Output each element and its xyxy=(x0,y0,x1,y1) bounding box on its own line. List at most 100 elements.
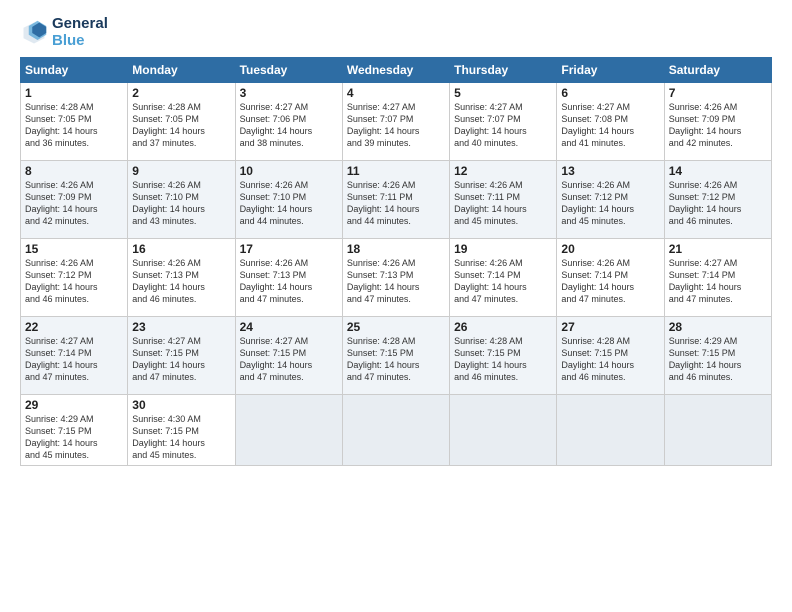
day-number: 10 xyxy=(240,164,338,178)
weekday-header-cell: Friday xyxy=(557,58,664,83)
calendar-week-row: 29Sunrise: 4:29 AM Sunset: 7:15 PM Dayli… xyxy=(21,395,772,466)
calendar-cell: 22Sunrise: 4:27 AM Sunset: 7:14 PM Dayli… xyxy=(21,317,128,395)
cell-details: Sunrise: 4:27 AM Sunset: 7:15 PM Dayligh… xyxy=(240,335,338,384)
page: General Blue SundayMondayTuesdayWednesda… xyxy=(0,0,792,612)
day-number: 5 xyxy=(454,86,552,100)
cell-details: Sunrise: 4:27 AM Sunset: 7:14 PM Dayligh… xyxy=(669,257,767,306)
day-number: 21 xyxy=(669,242,767,256)
calendar-week-row: 15Sunrise: 4:26 AM Sunset: 7:12 PM Dayli… xyxy=(21,239,772,317)
calendar-cell: 27Sunrise: 4:28 AM Sunset: 7:15 PM Dayli… xyxy=(557,317,664,395)
day-number: 8 xyxy=(25,164,123,178)
cell-details: Sunrise: 4:26 AM Sunset: 7:14 PM Dayligh… xyxy=(454,257,552,306)
day-number: 16 xyxy=(132,242,230,256)
cell-details: Sunrise: 4:26 AM Sunset: 7:12 PM Dayligh… xyxy=(561,179,659,228)
calendar-cell xyxy=(557,395,664,466)
cell-details: Sunrise: 4:26 AM Sunset: 7:13 PM Dayligh… xyxy=(240,257,338,306)
day-number: 7 xyxy=(669,86,767,100)
calendar-cell: 25Sunrise: 4:28 AM Sunset: 7:15 PM Dayli… xyxy=(342,317,449,395)
cell-details: Sunrise: 4:28 AM Sunset: 7:15 PM Dayligh… xyxy=(347,335,445,384)
calendar-cell: 3Sunrise: 4:27 AM Sunset: 7:06 PM Daylig… xyxy=(235,83,342,161)
logo: General Blue xyxy=(20,16,108,49)
cell-details: Sunrise: 4:27 AM Sunset: 7:08 PM Dayligh… xyxy=(561,101,659,150)
cell-details: Sunrise: 4:26 AM Sunset: 7:11 PM Dayligh… xyxy=(347,179,445,228)
day-number: 15 xyxy=(25,242,123,256)
calendar-cell xyxy=(342,395,449,466)
cell-details: Sunrise: 4:27 AM Sunset: 7:06 PM Dayligh… xyxy=(240,101,338,150)
day-number: 17 xyxy=(240,242,338,256)
day-number: 12 xyxy=(454,164,552,178)
day-number: 9 xyxy=(132,164,230,178)
calendar-cell xyxy=(450,395,557,466)
cell-details: Sunrise: 4:28 AM Sunset: 7:15 PM Dayligh… xyxy=(454,335,552,384)
day-number: 28 xyxy=(669,320,767,334)
calendar-cell xyxy=(664,395,771,466)
weekday-header-row: SundayMondayTuesdayWednesdayThursdayFrid… xyxy=(21,58,772,83)
calendar-cell: 17Sunrise: 4:26 AM Sunset: 7:13 PM Dayli… xyxy=(235,239,342,317)
calendar-cell: 8Sunrise: 4:26 AM Sunset: 7:09 PM Daylig… xyxy=(21,161,128,239)
calendar-cell: 28Sunrise: 4:29 AM Sunset: 7:15 PM Dayli… xyxy=(664,317,771,395)
calendar-cell: 23Sunrise: 4:27 AM Sunset: 7:15 PM Dayli… xyxy=(128,317,235,395)
day-number: 1 xyxy=(25,86,123,100)
calendar-cell: 30Sunrise: 4:30 AM Sunset: 7:15 PM Dayli… xyxy=(128,395,235,466)
calendar-table: SundayMondayTuesdayWednesdayThursdayFrid… xyxy=(20,57,772,466)
cell-details: Sunrise: 4:28 AM Sunset: 7:05 PM Dayligh… xyxy=(25,101,123,150)
cell-details: Sunrise: 4:26 AM Sunset: 7:10 PM Dayligh… xyxy=(132,179,230,228)
calendar-cell: 29Sunrise: 4:29 AM Sunset: 7:15 PM Dayli… xyxy=(21,395,128,466)
cell-details: Sunrise: 4:26 AM Sunset: 7:13 PM Dayligh… xyxy=(132,257,230,306)
logo-text: General Blue xyxy=(52,16,108,49)
calendar-cell: 16Sunrise: 4:26 AM Sunset: 7:13 PM Dayli… xyxy=(128,239,235,317)
calendar-cell: 26Sunrise: 4:28 AM Sunset: 7:15 PM Dayli… xyxy=(450,317,557,395)
calendar-cell xyxy=(235,395,342,466)
weekday-header-cell: Saturday xyxy=(664,58,771,83)
day-number: 11 xyxy=(347,164,445,178)
cell-details: Sunrise: 4:29 AM Sunset: 7:15 PM Dayligh… xyxy=(669,335,767,384)
calendar-body: 1Sunrise: 4:28 AM Sunset: 7:05 PM Daylig… xyxy=(21,83,772,466)
cell-details: Sunrise: 4:26 AM Sunset: 7:12 PM Dayligh… xyxy=(25,257,123,306)
day-number: 6 xyxy=(561,86,659,100)
day-number: 30 xyxy=(132,398,230,412)
day-number: 2 xyxy=(132,86,230,100)
calendar-cell: 14Sunrise: 4:26 AM Sunset: 7:12 PM Dayli… xyxy=(664,161,771,239)
cell-details: Sunrise: 4:27 AM Sunset: 7:07 PM Dayligh… xyxy=(454,101,552,150)
day-number: 19 xyxy=(454,242,552,256)
cell-details: Sunrise: 4:26 AM Sunset: 7:11 PM Dayligh… xyxy=(454,179,552,228)
day-number: 25 xyxy=(347,320,445,334)
cell-details: Sunrise: 4:29 AM Sunset: 7:15 PM Dayligh… xyxy=(25,413,123,462)
header-area: General Blue xyxy=(20,16,772,49)
calendar-week-row: 8Sunrise: 4:26 AM Sunset: 7:09 PM Daylig… xyxy=(21,161,772,239)
cell-details: Sunrise: 4:26 AM Sunset: 7:09 PM Dayligh… xyxy=(669,101,767,150)
day-number: 26 xyxy=(454,320,552,334)
logo-icon xyxy=(20,19,48,47)
day-number: 23 xyxy=(132,320,230,334)
day-number: 13 xyxy=(561,164,659,178)
calendar-cell: 19Sunrise: 4:26 AM Sunset: 7:14 PM Dayli… xyxy=(450,239,557,317)
calendar-cell: 6Sunrise: 4:27 AM Sunset: 7:08 PM Daylig… xyxy=(557,83,664,161)
calendar-cell: 15Sunrise: 4:26 AM Sunset: 7:12 PM Dayli… xyxy=(21,239,128,317)
calendar-week-row: 1Sunrise: 4:28 AM Sunset: 7:05 PM Daylig… xyxy=(21,83,772,161)
calendar-cell: 1Sunrise: 4:28 AM Sunset: 7:05 PM Daylig… xyxy=(21,83,128,161)
calendar-cell: 5Sunrise: 4:27 AM Sunset: 7:07 PM Daylig… xyxy=(450,83,557,161)
day-number: 29 xyxy=(25,398,123,412)
day-number: 14 xyxy=(669,164,767,178)
day-number: 18 xyxy=(347,242,445,256)
weekday-header-cell: Tuesday xyxy=(235,58,342,83)
cell-details: Sunrise: 4:26 AM Sunset: 7:14 PM Dayligh… xyxy=(561,257,659,306)
day-number: 22 xyxy=(25,320,123,334)
cell-details: Sunrise: 4:26 AM Sunset: 7:09 PM Dayligh… xyxy=(25,179,123,228)
day-number: 3 xyxy=(240,86,338,100)
day-number: 4 xyxy=(347,86,445,100)
day-number: 27 xyxy=(561,320,659,334)
cell-details: Sunrise: 4:27 AM Sunset: 7:14 PM Dayligh… xyxy=(25,335,123,384)
cell-details: Sunrise: 4:30 AM Sunset: 7:15 PM Dayligh… xyxy=(132,413,230,462)
cell-details: Sunrise: 4:27 AM Sunset: 7:07 PM Dayligh… xyxy=(347,101,445,150)
weekday-header-cell: Wednesday xyxy=(342,58,449,83)
calendar-cell: 2Sunrise: 4:28 AM Sunset: 7:05 PM Daylig… xyxy=(128,83,235,161)
calendar-week-row: 22Sunrise: 4:27 AM Sunset: 7:14 PM Dayli… xyxy=(21,317,772,395)
cell-details: Sunrise: 4:26 AM Sunset: 7:10 PM Dayligh… xyxy=(240,179,338,228)
weekday-header-cell: Monday xyxy=(128,58,235,83)
calendar-cell: 11Sunrise: 4:26 AM Sunset: 7:11 PM Dayli… xyxy=(342,161,449,239)
cell-details: Sunrise: 4:28 AM Sunset: 7:15 PM Dayligh… xyxy=(561,335,659,384)
cell-details: Sunrise: 4:26 AM Sunset: 7:12 PM Dayligh… xyxy=(669,179,767,228)
cell-details: Sunrise: 4:27 AM Sunset: 7:15 PM Dayligh… xyxy=(132,335,230,384)
calendar-cell: 18Sunrise: 4:26 AM Sunset: 7:13 PM Dayli… xyxy=(342,239,449,317)
